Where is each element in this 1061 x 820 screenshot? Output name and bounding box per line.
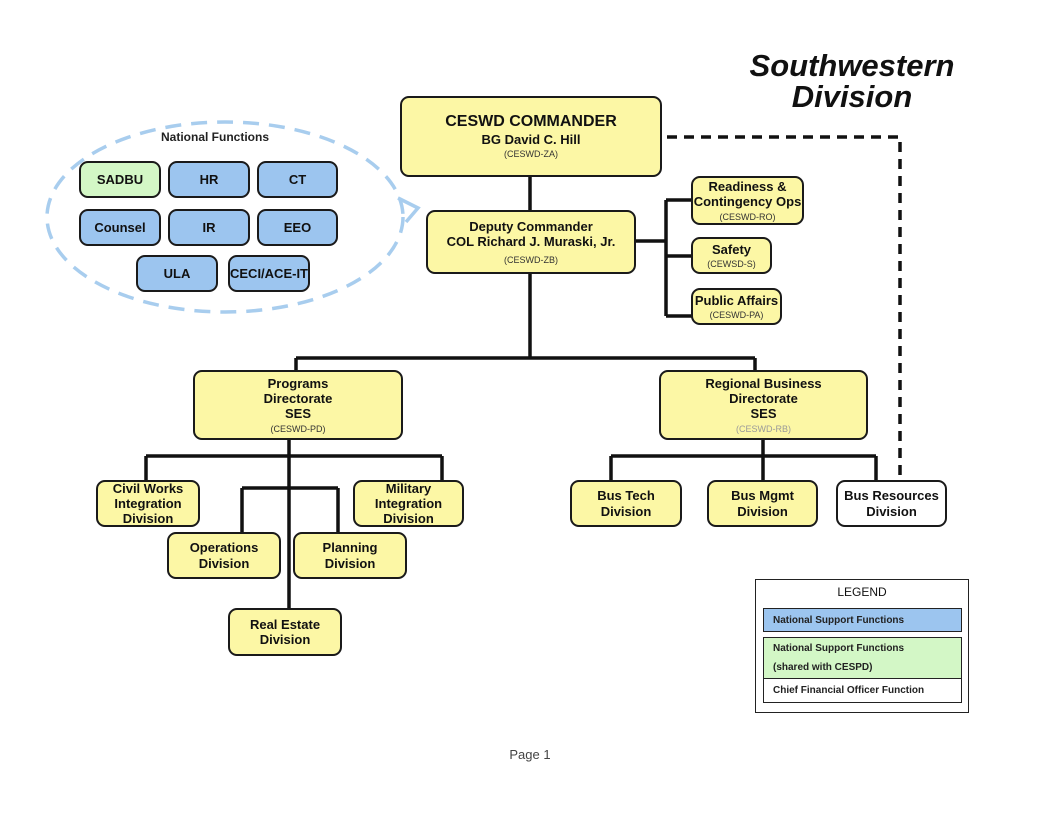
programs-directorate[interactable]: Programs Directorate SES (CESWD-PD) xyxy=(193,370,403,440)
bus-tech-division[interactable]: Bus Tech Division xyxy=(570,480,682,527)
bus-resources-division[interactable]: Bus Resources Division xyxy=(836,480,947,527)
real-estate-division[interactable]: Real Estate Division xyxy=(228,608,342,656)
page-title: Southwestern Division xyxy=(749,48,955,114)
national-functions-title: National Functions xyxy=(161,130,269,144)
deputy-code: (CESWD-ZB) xyxy=(504,254,558,265)
nf-eeo[interactable]: EEO xyxy=(257,209,338,246)
legend-national-support: National Support Functions xyxy=(763,608,962,632)
bus-mgmt-division[interactable]: Bus Mgmt Division xyxy=(707,480,818,527)
civil-works-division[interactable]: Civil Works Integration Division xyxy=(96,480,200,527)
staff-public-affairs[interactable]: Public Affairs (CESWD-PA) xyxy=(691,288,782,325)
nf-hr[interactable]: HR xyxy=(168,161,250,198)
staff-readiness[interactable]: Readiness & Contingency Ops (CESWD-RO) xyxy=(691,176,804,225)
regional-business-directorate[interactable]: Regional Business Directorate SES (CESWD… xyxy=(659,370,868,440)
nf-ula[interactable]: ULA xyxy=(136,255,218,292)
nf-sadbu[interactable]: SADBU xyxy=(79,161,161,198)
planning-division[interactable]: Planning Division xyxy=(293,532,407,579)
legend: LEGEND National Support Functions Nation… xyxy=(755,579,969,713)
deputy-name: COL Richard J. Muraski, Jr. xyxy=(446,234,616,250)
legend-cfo-function: Chief Financial Officer Function xyxy=(763,678,962,703)
commander-box[interactable]: CESWD COMMANDER BG David C. Hill (CESWD-… xyxy=(400,96,662,177)
nf-counsel[interactable]: Counsel xyxy=(79,209,161,246)
staff-safety[interactable]: Safety (CEWSD-S) xyxy=(691,237,772,274)
page-number: Page 1 xyxy=(509,747,551,762)
legend-national-support-shared: National Support Functions (shared with … xyxy=(763,637,962,679)
military-integration-division[interactable]: Military Integration Division xyxy=(353,480,464,527)
commander-code: (CESWD-ZA) xyxy=(504,149,558,160)
commander-name: BG David C. Hill xyxy=(481,131,581,147)
nf-ct[interactable]: CT xyxy=(257,161,338,198)
deputy-title: Deputy Commander xyxy=(469,218,593,234)
nf-ir[interactable]: IR xyxy=(168,209,250,246)
nf-ceci-ace-it[interactable]: CECI/ACE-IT xyxy=(228,255,310,292)
operations-division[interactable]: Operations Division xyxy=(167,532,281,579)
deputy-box[interactable]: Deputy Commander COL Richard J. Muraski,… xyxy=(426,210,636,274)
commander-title: CESWD COMMANDER xyxy=(445,113,617,131)
legend-title: LEGEND xyxy=(837,585,887,599)
